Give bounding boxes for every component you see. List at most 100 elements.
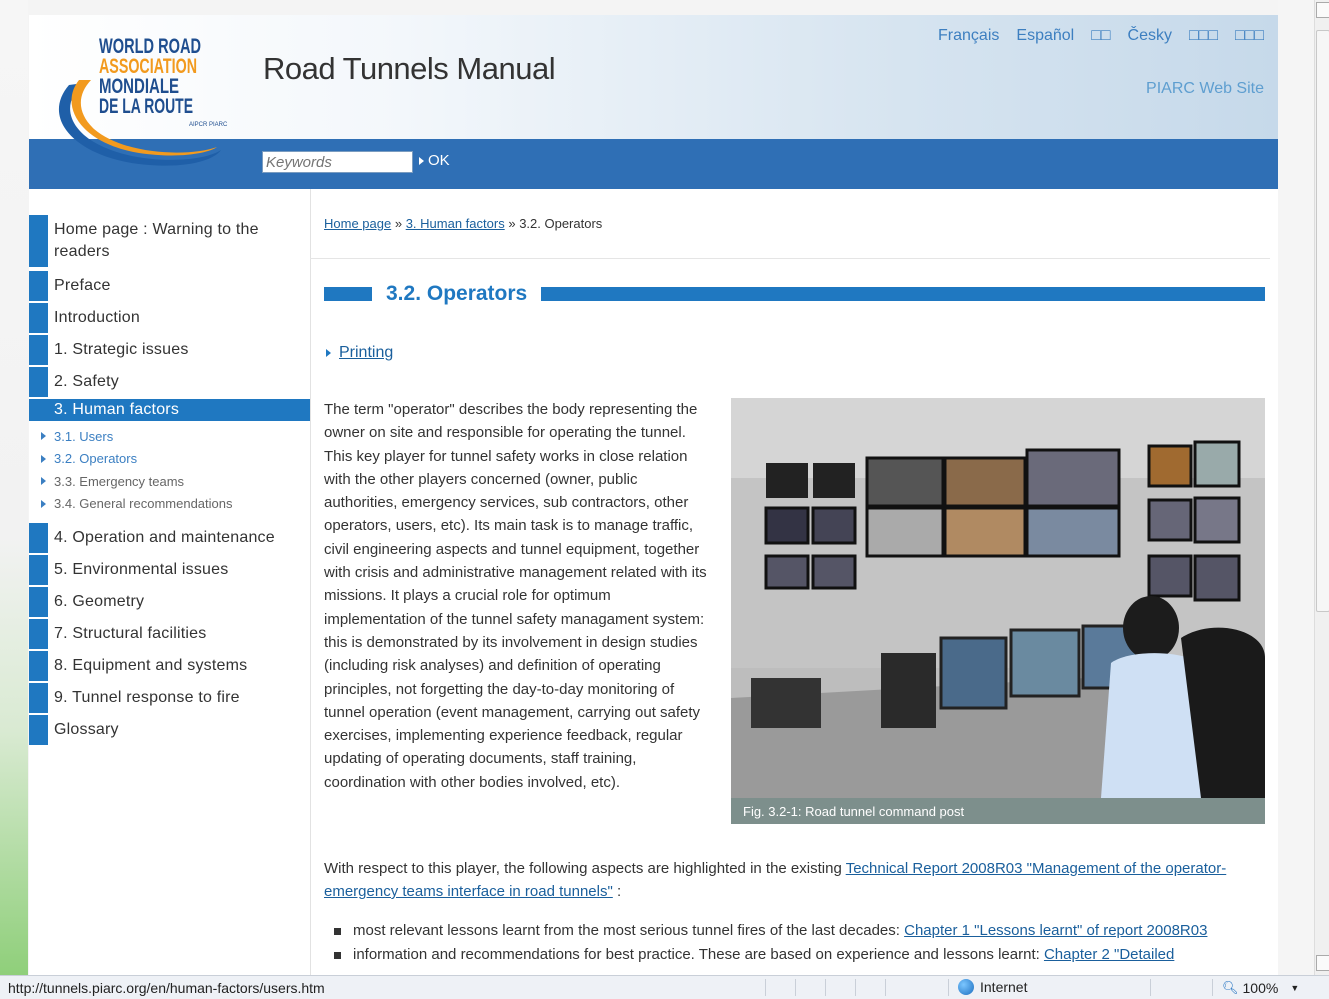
sidebar-item-equipment-systems[interactable]: 8. Equipment and systems <box>29 651 310 681</box>
status-url: http://tunnels.piarc.org/en/human-factor… <box>8 980 325 996</box>
status-separator <box>825 979 826 996</box>
monitor <box>943 456 1027 508</box>
page-title: 3.2. Operators <box>324 281 1265 307</box>
page-title-text: 3.2. Operators <box>386 282 528 305</box>
sidebar-subitem-general-recommendations[interactable]: 3.4. General recommendations <box>29 493 310 516</box>
sidebar-item-label: 2. Safety <box>54 373 119 390</box>
chapter-1-link[interactable]: Chapter 1 "Lessons learnt" of report 200… <box>904 922 1207 939</box>
search-ok-button[interactable]: OK <box>419 152 450 169</box>
breadcrumb-separator: » <box>508 216 516 231</box>
sidebar-item-introduction[interactable]: Introduction <box>29 303 310 333</box>
monitor <box>1147 498 1193 542</box>
lang-francais[interactable]: Français <box>938 27 999 45</box>
lang-korean[interactable]: □□□ <box>1235 27 1264 45</box>
status-separator <box>765 979 766 996</box>
sidebar-item-geometry[interactable]: 6. Geometry <box>29 587 310 617</box>
printing-link-text[interactable]: Printing <box>339 344 393 362</box>
status-separator <box>1212 979 1213 996</box>
sidebar-item-label: 3. Human factors <box>54 401 180 418</box>
list-item: information and recommendations for best… <box>334 943 1264 966</box>
piarc-logo[interactable]: WORLD ROAD ASSOCIATION MONDIALE DE LA RO… <box>39 25 259 185</box>
sidebar-item-label: 6. Geometry <box>54 593 145 610</box>
lang-chinese[interactable]: □□ <box>1091 27 1110 45</box>
sidebar-item-tunnel-response-fire[interactable]: 9. Tunnel response to fire <box>29 683 310 713</box>
zone-label: Internet <box>980 979 1028 995</box>
second-paragraph: With respect to this player, the followi… <box>324 857 1265 903</box>
monitor <box>1025 448 1121 508</box>
sidebar-item-label: Introduction <box>54 309 141 326</box>
printing-link[interactable]: Printing <box>326 344 393 362</box>
sidebar-item-preface[interactable]: Preface <box>29 271 310 301</box>
sidebar-item-operation-maintenance[interactable]: 4. Operation and maintenance <box>29 523 310 553</box>
sidebar-item-label: Preface <box>54 277 111 294</box>
lang-espanol[interactable]: Español <box>1016 27 1074 45</box>
sidebar-item-glossary[interactable]: Glossary <box>29 715 310 745</box>
sidebar-item-human-factors[interactable]: 3. Human factors <box>29 399 310 421</box>
sidebar-nav: Home page : Warning to the readers Prefa… <box>29 215 310 747</box>
window-right-edge <box>1278 0 1314 975</box>
sidebar-subitem-users[interactable]: 3.1. Users <box>29 425 310 448</box>
status-separator <box>795 979 796 996</box>
status-separator <box>1150 979 1151 996</box>
page: Français Español □□ Česky □□□ □□□ PIARC … <box>29 15 1278 975</box>
desk-screen <box>1009 628 1081 698</box>
sidebar-item-safety[interactable]: 2. Safety <box>29 367 310 397</box>
nav-marker <box>29 303 48 333</box>
sidebar-subitem-label: 3.4. General recommendations <box>54 496 233 512</box>
sidebar-subitem-operators[interactable]: 3.2. Operators <box>29 448 310 471</box>
monitor <box>1147 444 1193 488</box>
sidebar-item-label: Glossary <box>54 721 119 738</box>
lang-japanese[interactable]: □□□ <box>1189 27 1218 45</box>
sidebar-item-label: 4. Operation and maintenance <box>54 529 275 546</box>
piarc-web-site-link[interactable]: PIARC Web Site <box>1146 80 1264 98</box>
ok-label: OK <box>428 152 450 169</box>
intro-paragraph: The term "operator" describes the body r… <box>324 401 707 791</box>
monitor <box>764 554 810 590</box>
sidebar-item-strategic-issues[interactable]: 1. Strategic issues <box>29 335 310 365</box>
nav-marker <box>29 399 48 421</box>
browser-status-bar: http://tunnels.piarc.org/en/human-factor… <box>0 975 1329 999</box>
scroll-thumb[interactable] <box>1316 30 1329 612</box>
monitor <box>764 506 810 545</box>
monitor <box>1025 506 1121 558</box>
second-paragraph-end: : <box>612 883 622 900</box>
status-separator <box>948 979 949 996</box>
monitor <box>1193 440 1241 488</box>
sidebar-item-structural-facilities[interactable]: 7. Structural facilities <box>29 619 310 649</box>
nav-marker <box>29 619 48 649</box>
chevron-down-icon: ▼ <box>1290 983 1300 993</box>
scroll-up-button[interactable] <box>1316 2 1329 18</box>
monitor <box>811 554 857 590</box>
breadcrumb: Home page » 3. Human factors » 3.2. Oper… <box>324 216 602 231</box>
scroll-down-button[interactable] <box>1316 955 1329 971</box>
desk-screen <box>881 653 936 728</box>
monitor <box>811 506 857 545</box>
arrow-right-icon <box>419 156 424 165</box>
vertical-scrollbar[interactable] <box>1314 0 1329 975</box>
nav-marker <box>29 215 48 267</box>
chapter-2-link[interactable]: Chapter 2 "Detailed <box>1044 946 1174 963</box>
monitor <box>1193 496 1241 544</box>
monitor <box>1193 554 1241 602</box>
monitor <box>813 463 855 498</box>
command-post-figure: Fig. 3.2-1: Road tunnel command post <box>731 398 1265 824</box>
lang-cesky[interactable]: Česky <box>1128 27 1172 45</box>
nav-marker <box>29 587 48 617</box>
breadcrumb-section-link[interactable]: 3. Human factors <box>406 216 505 231</box>
nav-marker <box>29 367 48 397</box>
status-separator <box>885 979 886 996</box>
zoom-control[interactable]: 🔍︎ 100% ▼ <box>1222 980 1299 996</box>
operator-head <box>1123 596 1179 660</box>
sidebar-item-label: 7. Structural facilities <box>54 625 207 642</box>
figure-caption: Fig. 3.2-1: Road tunnel command post <box>743 804 965 819</box>
breadcrumb-separator: » <box>394 216 403 231</box>
list-item-text: most relevant lessons learnt from the mo… <box>353 922 905 939</box>
sidebar-item-environmental-issues[interactable]: 5. Environmental issues <box>29 555 310 585</box>
sidebar-subitem-label: 3.3. Emergency teams <box>54 473 185 489</box>
sidebar-subitem-emergency-teams[interactable]: 3.3. Emergency teams <box>29 470 310 493</box>
sidebar-item-home[interactable]: Home page : Warning to the readers <box>29 215 310 267</box>
language-bar: Français Español □□ Česky □□□ □□□ <box>938 27 1264 45</box>
breadcrumb-home-link[interactable]: Home page <box>324 216 391 231</box>
security-zone[interactable]: Internet <box>958 979 1027 995</box>
search-input[interactable] <box>262 151 413 173</box>
